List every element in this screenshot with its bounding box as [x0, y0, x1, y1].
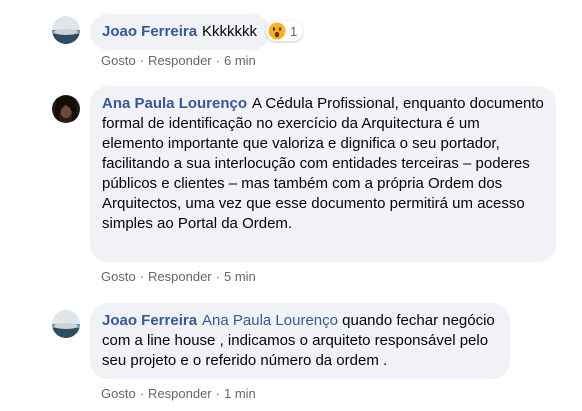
comment-actions: Gosto · Responder · 1 min — [101, 386, 256, 401]
comment-author[interactable]: Joao Ferreira — [102, 23, 197, 40]
like-link[interactable]: Gosto — [101, 53, 136, 68]
comment-actions: Gosto · Responder · 5 min — [101, 269, 256, 284]
comment-bubble: Joao Ferreira Ana Paula Lourenço quando f… — [90, 303, 510, 379]
separator: · — [215, 269, 220, 284]
reply-link[interactable]: Responder — [148, 269, 212, 284]
avatar[interactable] — [52, 310, 80, 338]
comment-bubble: Ana Paula Lourenço A Cédula Profissional,… — [90, 86, 556, 262]
reaction-summary[interactable]: 1 — [266, 21, 304, 41]
timestamp[interactable]: 1 min — [224, 386, 256, 401]
comment-text: Kkkkkkk — [202, 23, 258, 40]
like-link[interactable]: Gosto — [101, 386, 136, 401]
avatar[interactable] — [52, 95, 80, 123]
like-link[interactable]: Gosto — [101, 269, 136, 284]
separator: · — [215, 53, 220, 68]
comment-text: A Cédula Profissional, enquanto document… — [102, 95, 544, 232]
comment-author[interactable]: Ana Paula Lourenço — [102, 95, 247, 112]
comment-actions: Gosto · Responder · 6 min — [101, 53, 256, 68]
separator: · — [139, 386, 145, 401]
wow-emoji-icon — [268, 22, 286, 40]
comment-author[interactable]: Joao Ferreira — [102, 312, 197, 329]
reply-link[interactable]: Responder — [148, 386, 212, 401]
separator: · — [215, 386, 220, 401]
reply-link[interactable]: Responder — [148, 53, 212, 68]
timestamp[interactable]: 6 min — [224, 53, 256, 68]
mention-link[interactable]: Ana Paula Lourenço — [202, 312, 338, 329]
separator: · — [139, 269, 145, 284]
timestamp[interactable]: 5 min — [224, 269, 256, 284]
reaction-count: 1 — [290, 23, 298, 39]
comment-bubble: Joao Ferreira Kkkkkkk — [90, 14, 270, 50]
avatar[interactable] — [52, 16, 80, 44]
separator: · — [139, 53, 145, 68]
